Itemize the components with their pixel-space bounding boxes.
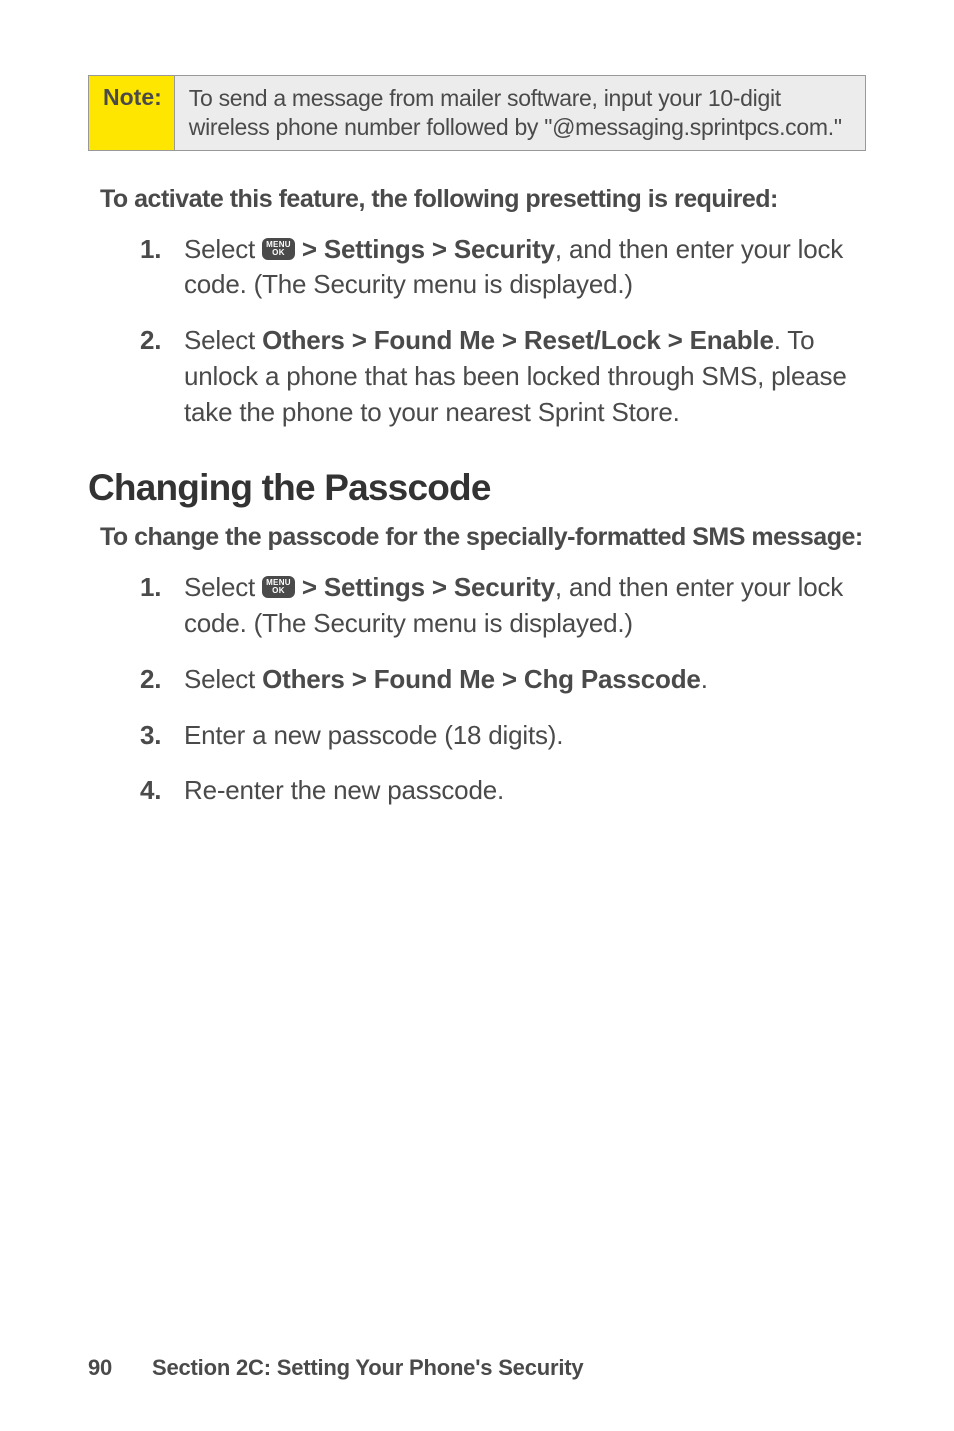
list-number: 2. [140,323,161,359]
list-bold: Others > Found Me > Chg Passcode [262,664,701,694]
list-item: 2. Select Others > Found Me > Chg Passco… [140,662,866,698]
changing-heading: To change the passcode for the specially… [100,523,866,552]
note-label: Note: [89,76,175,150]
section-title: Changing the Passcode [88,467,866,509]
list-text-post: . [701,664,708,694]
activate-list: 1. Select MENUOK > Settings > Security, … [140,232,866,431]
list-item: 2. Select Others > Found Me > Reset/Lock… [140,323,866,431]
list-bold: Others > Found Me > Reset/Lock > Enable [262,325,774,355]
changing-list: 1. Select MENUOK > Settings > Security, … [140,570,866,809]
list-text: Re-enter the new passcode. [184,775,504,805]
list-number: 2. [140,662,161,698]
list-item: 4. Re-enter the new passcode. [140,773,866,809]
list-item: 3. Enter a new passcode (18 digits). [140,718,866,754]
list-text-pre: Select [184,234,262,264]
list-item: 1. Select MENUOK > Settings > Security, … [140,570,866,642]
note-body: To send a message from mailer software, … [175,76,865,150]
list-number: 1. [140,570,161,606]
list-text-pre: Select [184,664,262,694]
menu-ok-icon: MENUOK [262,238,295,260]
list-number: 3. [140,718,161,754]
page-number: 90 [88,1355,112,1380]
menu-ok-icon: MENUOK [262,576,295,598]
list-text-pre: Select [184,572,262,602]
page-footer: 90 Section 2C: Setting Your Phone's Secu… [88,1355,583,1381]
list-number: 4. [140,773,161,809]
list-text: Enter a new passcode (18 digits). [184,720,563,750]
list-bold: > Settings > Security [295,234,555,264]
list-item: 1. Select MENUOK > Settings > Security, … [140,232,866,304]
activate-heading: To activate this feature, the following … [100,185,866,214]
list-number: 1. [140,232,161,268]
list-bold: > Settings > Security [295,572,555,602]
list-text-pre: Select [184,325,262,355]
section-label: Section 2C: Setting Your Phone's Securit… [152,1355,583,1380]
note-box: Note: To send a message from mailer soft… [88,75,866,151]
